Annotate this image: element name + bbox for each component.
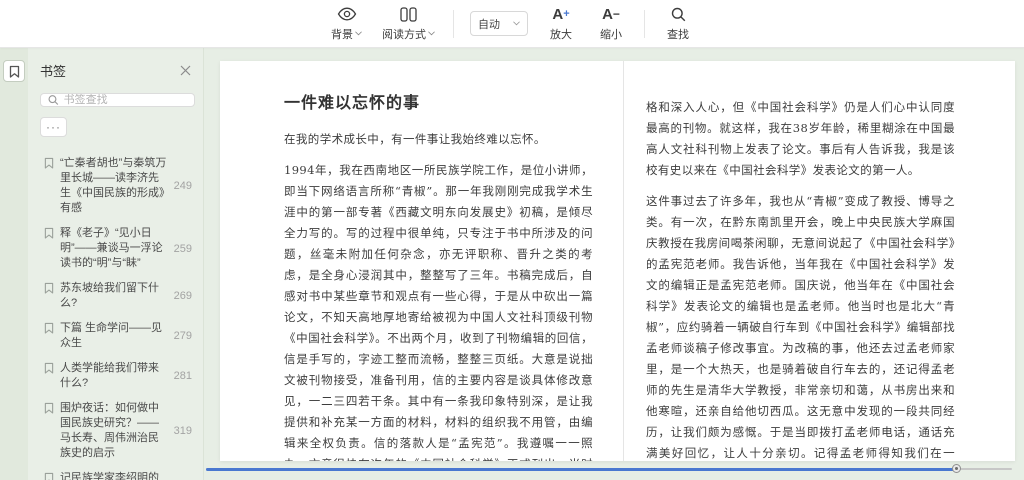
book-paragraph: 1994年，我在西南地区一所民族学院工作，是位小讲师，即当下网络语言所称“青椒”… bbox=[284, 163, 593, 461]
bookmark-item[interactable]: 记民族学家李绍明的为人与为学——李绍明先生十年祭 347 bbox=[40, 467, 195, 480]
app-content: 书签 ··· bbox=[0, 48, 1024, 480]
book-paragraph: 这件事过去了许多年，我也从“青椒”变成了教授、博导之类。有一次，在黔东南凯里开会… bbox=[646, 194, 955, 460]
reading-mode-icon bbox=[400, 6, 417, 23]
bookmark-item-page: 281 bbox=[173, 370, 192, 382]
bookmark-item[interactable]: 围炉夜话：如何做中国民族史研究？——马长寿、周伟洲治民族史的启示 319 bbox=[40, 397, 195, 465]
find-label: 查找 bbox=[667, 28, 689, 41]
chevron-down-icon bbox=[513, 21, 520, 26]
bookmark-item-label: 释《老子》“见小日明”——兼谈马一浮论读书的“明”与“眛” bbox=[60, 227, 163, 269]
close-sidebar-button[interactable] bbox=[178, 63, 193, 78]
chevron-down-icon bbox=[428, 31, 435, 36]
toolbar-group: 背景 阅读方式 自动 A + 放大 A − 缩小 查找 bbox=[329, 4, 695, 44]
bookmark-icon bbox=[44, 226, 54, 271]
sidebar-header: 书签 bbox=[40, 61, 195, 80]
zoom-in-button[interactable]: A + 放大 bbox=[544, 4, 578, 44]
bookmark-icon bbox=[44, 321, 54, 351]
bookmark-item[interactable]: 苏东坡给我们留下什么? 269 bbox=[40, 277, 195, 315]
bookmark-search-box bbox=[40, 93, 195, 107]
bookmark-item-page: 269 bbox=[173, 290, 192, 302]
bookmark-list: “亡秦者胡也”与秦筑万里长城——读李济先生《中国民族的形成》有感 249 释《老… bbox=[40, 152, 195, 480]
progress-handle[interactable] bbox=[951, 464, 961, 473]
bookmark-item-label: 围炉夜话：如何做中国民族史研究？——马长寿、周伟洲治民族史的启示 bbox=[60, 402, 159, 459]
bookmark-item-label: 苏东坡给我们留下什么? bbox=[60, 282, 159, 309]
close-icon bbox=[180, 65, 191, 76]
bookmark-item-page: 249 bbox=[173, 180, 192, 192]
bookmark-item-page: 279 bbox=[173, 330, 192, 342]
reading-progress-slider[interactable] bbox=[206, 464, 1012, 474]
progress-fill bbox=[206, 467, 956, 471]
bookmark-icon bbox=[44, 471, 54, 480]
bookmark-item-label: 下篇 生命学问——见众生 bbox=[60, 322, 163, 349]
book-spread: 一件难以忘怀的事 在我的学术成长中，有一件事让我始终难以忘怀。 1994年，我在… bbox=[220, 61, 1015, 461]
chapter-title: 一件难以忘怀的事 bbox=[284, 93, 421, 112]
reading-mode-button[interactable]: 阅读方式 bbox=[380, 4, 437, 44]
background-label: 背景 bbox=[331, 28, 353, 41]
search-icon bbox=[48, 95, 59, 105]
bookmark-item[interactable]: 人类学能给我们带来什么? 281 bbox=[40, 357, 195, 395]
zoom-in-label: 放大 bbox=[550, 28, 572, 41]
bookmark-icon bbox=[44, 156, 54, 216]
bookmark-item-label: 记民族学家李绍明的为人与为学——李绍明先生十年祭 bbox=[60, 472, 159, 480]
book-paragraph: 在我的学术成长中，有一件事让我始终难以忘怀。 bbox=[284, 132, 546, 146]
toolbar-divider bbox=[644, 9, 645, 38]
more-options-button[interactable]: ··· bbox=[40, 117, 67, 137]
bookmark-icon bbox=[44, 281, 54, 311]
reading-area: 一件难以忘怀的事 在我的学术成长中，有一件事让我始终难以忘怀。 1994年，我在… bbox=[204, 48, 1024, 480]
bookmark-panel-toggle[interactable] bbox=[3, 60, 25, 82]
toolbar-divider bbox=[453, 9, 454, 38]
bookmark-item-label: “亡秦者胡也”与秦筑万里长城——读李济先生《中国民族的形成》有感 bbox=[60, 157, 167, 214]
sidebar-title: 书签 bbox=[40, 64, 67, 79]
bookmark-search-input[interactable] bbox=[63, 94, 187, 106]
search-icon bbox=[671, 6, 686, 23]
book-page-left: 一件难以忘怀的事 在我的学术成长中，有一件事让我始终难以忘怀。 1994年，我在… bbox=[220, 61, 623, 461]
zoom-out-label: 缩小 bbox=[600, 28, 622, 41]
bookmark-item[interactable]: 释《老子》“见小日明”——兼谈马一浮论读书的“明”与“眛” 259 bbox=[40, 222, 195, 275]
zoom-out-button[interactable]: A − 缩小 bbox=[594, 4, 628, 44]
bookmark-item-page: 259 bbox=[173, 242, 192, 255]
zoom-in-icon: A + bbox=[552, 5, 570, 23]
zoom-out-icon: A − bbox=[602, 5, 620, 23]
font-mode-select[interactable]: 自动 bbox=[470, 11, 528, 36]
top-toolbar: 背景 阅读方式 自动 A + 放大 A − 缩小 查找 bbox=[0, 0, 1024, 48]
font-mode-value: 自动 bbox=[478, 18, 500, 31]
book-page-right: 格和深入人心，但《中国社会科学》仍是人们心中认同度最高的刊物。就这样，我在38岁… bbox=[624, 61, 1015, 461]
reading-mode-label: 阅读方式 bbox=[382, 28, 426, 41]
bookmark-icon bbox=[44, 401, 54, 461]
left-tool-strip bbox=[0, 48, 28, 480]
bookmark-item[interactable]: 下篇 生命学问——见众生 279 bbox=[40, 317, 195, 355]
bookmark-item-page: 319 bbox=[173, 425, 192, 437]
bookmark-icon bbox=[44, 361, 54, 391]
bookmark-icon bbox=[9, 65, 19, 78]
background-button[interactable]: 背景 bbox=[329, 4, 364, 44]
bookmark-item-label: 人类学能给我们带来什么? bbox=[60, 362, 159, 389]
find-button[interactable]: 查找 bbox=[661, 4, 695, 44]
chevron-down-icon bbox=[355, 31, 362, 36]
book-paragraph: 格和深入人心，但《中国社会科学》仍是人们心中认同度最高的刊物。就这样，我在38岁… bbox=[646, 100, 955, 177]
bookmarks-sidebar: 书签 ··· bbox=[28, 48, 204, 480]
eye-icon bbox=[337, 6, 357, 23]
bookmark-item[interactable]: “亡秦者胡也”与秦筑万里长城——读李济先生《中国民族的形成》有感 249 bbox=[40, 152, 195, 220]
